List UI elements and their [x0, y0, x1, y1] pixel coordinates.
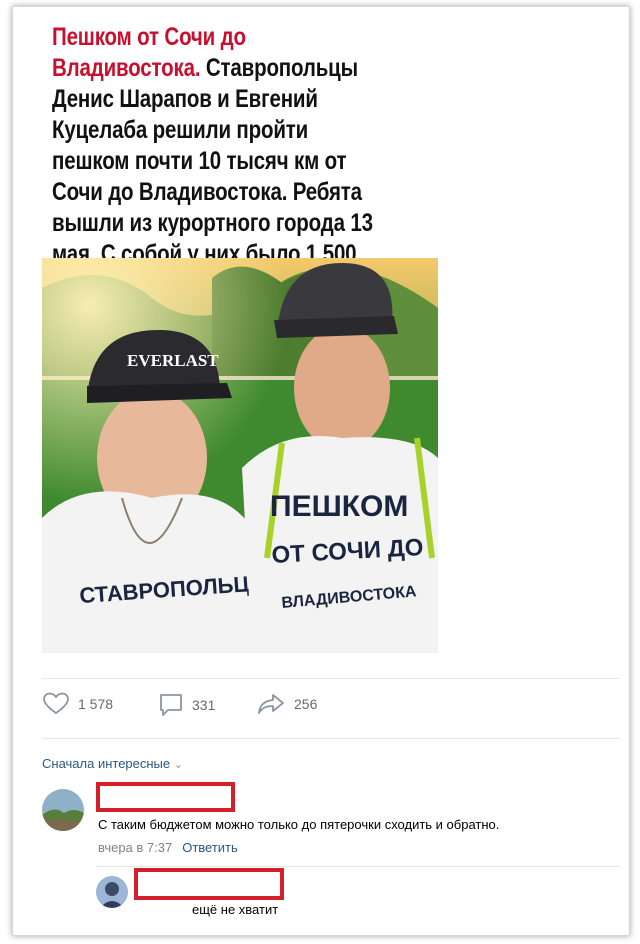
reply-text: ещё не хватит [192, 902, 279, 917]
redacted-username [96, 782, 235, 812]
comment-button[interactable]: 331 [158, 692, 215, 718]
reply-divider [96, 866, 620, 867]
post-photo[interactable]: EVERLAST СТАВРОПОЛЬЦЫ ПЕШКОМ ОТ СОЧИ ДО … [42, 258, 438, 653]
comment-time[interactable]: вчера в 7:37 [98, 840, 172, 855]
share-button[interactable]: 256 [256, 692, 317, 716]
comments-sort[interactable]: Сначала интересные ⌄ [42, 756, 183, 771]
reply-avatar-image [96, 876, 128, 908]
post-actions: 1 578 331 256 [42, 692, 602, 720]
comment-count: 331 [192, 697, 216, 713]
heart-icon [43, 692, 69, 715]
divider-bottom [42, 738, 620, 739]
divider-top [42, 678, 620, 679]
cap-logo-text: EVERLAST [127, 351, 219, 370]
avatar[interactable] [42, 789, 84, 831]
reply-link[interactable]: Ответить [182, 840, 238, 855]
reply-avatar[interactable] [96, 876, 128, 908]
comment-icon [160, 694, 182, 716]
shirt-right-line1: ПЕШКОМ [270, 490, 408, 523]
share-count: 256 [294, 696, 318, 712]
avatar-image [42, 789, 84, 831]
share-icon [258, 694, 284, 714]
comment-text: С таким бюджетом можно только до пятероч… [98, 817, 500, 832]
redacted-reply-username [134, 868, 284, 900]
comment-meta: вчера в 7:37 Ответить [98, 840, 238, 855]
chevron-down-icon: ⌄ [173, 759, 183, 771]
like-button[interactable]: 1 578 [42, 692, 113, 716]
like-count: 1 578 [78, 696, 114, 712]
photo-illustration: EVERLAST СТАВРОПОЛЬЦЫ ПЕШКОМ ОТ СОЧИ ДО … [42, 258, 438, 653]
sort-label: Сначала интересные [42, 756, 171, 771]
